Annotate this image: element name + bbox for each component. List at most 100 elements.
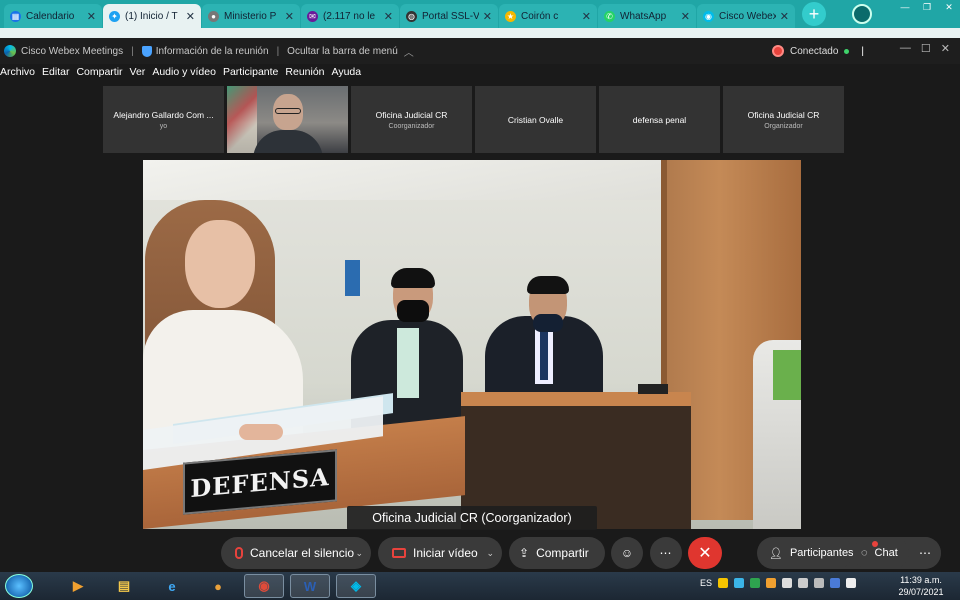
menu-ayuda[interactable]: Ayuda bbox=[332, 66, 362, 84]
menu-ver[interactable]: Ver bbox=[130, 66, 146, 84]
close-icon[interactable]: ✕ bbox=[285, 10, 294, 23]
separator: | bbox=[131, 45, 134, 57]
hide-menu-link[interactable]: Ocultar la barra de menú bbox=[287, 46, 398, 57]
close-icon[interactable]: ✕ bbox=[941, 42, 950, 55]
close-icon[interactable]: ✕ bbox=[780, 10, 789, 23]
chat-label: Chat bbox=[874, 547, 898, 559]
maximize-icon[interactable]: ☐ bbox=[921, 42, 931, 55]
participant-tile[interactable]: Oficina Judicial CR Organizador bbox=[723, 86, 844, 153]
participant-video-tile[interactable] bbox=[227, 86, 348, 153]
separator: | bbox=[276, 45, 280, 57]
more-icon: ⋯ bbox=[659, 546, 673, 560]
flag-icon[interactable] bbox=[846, 578, 857, 588]
close-icon[interactable]: ✕ bbox=[384, 10, 393, 23]
man-right-mask bbox=[533, 314, 563, 332]
maximize-icon[interactable]: ❐ bbox=[916, 0, 938, 14]
tab-webex[interactable]: ◉ Cisco Webex ✕ bbox=[697, 4, 795, 28]
word-icon[interactable]: W bbox=[290, 574, 330, 598]
start-button[interactable] bbox=[5, 574, 33, 598]
person-right-vest bbox=[773, 350, 801, 400]
man-left-hair bbox=[391, 268, 435, 288]
chevron-down-icon[interactable]: ⌄ bbox=[486, 548, 494, 559]
menu-compartir[interactable]: Compartir bbox=[76, 66, 122, 84]
device-icon[interactable] bbox=[782, 578, 793, 588]
notification-icon[interactable] bbox=[718, 578, 729, 588]
man-right-hair bbox=[527, 276, 569, 294]
globe-icon: ● bbox=[208, 10, 219, 22]
internet-explorer-icon[interactable]: e bbox=[152, 574, 192, 598]
more-panels-button[interactable]: ⋯ bbox=[909, 537, 941, 569]
participant-tile[interactable]: Alejandro Gallardo Com ... yo bbox=[103, 86, 224, 153]
menu-editar[interactable]: Editar bbox=[42, 66, 69, 84]
volume-icon[interactable] bbox=[798, 578, 809, 588]
menu-bar: Archivo Editar Compartir Ver Audio y víd… bbox=[0, 66, 368, 84]
chat-button[interactable]: ◌ Chat bbox=[853, 537, 909, 569]
participant-tile[interactable]: Oficina Judicial CR Coorganizador bbox=[351, 86, 472, 153]
leave-meeting-button[interactable]: ✕ bbox=[688, 537, 722, 569]
smiley-icon: ☺ bbox=[620, 546, 634, 560]
wifi-icon[interactable] bbox=[814, 578, 825, 588]
webex-taskbar-icon[interactable]: ◈ bbox=[336, 574, 376, 598]
close-icon[interactable]: ✕ bbox=[681, 10, 690, 23]
record-icon[interactable] bbox=[772, 45, 785, 57]
menu-audio-video[interactable]: Audio y vídeo bbox=[152, 66, 216, 84]
bluetooth-icon[interactable] bbox=[830, 578, 841, 588]
close-icon[interactable]: ✕ bbox=[483, 10, 492, 23]
chevron-down-icon[interactable]: ⌄ bbox=[355, 548, 363, 559]
close-icon[interactable]: ✕ bbox=[186, 10, 195, 23]
meeting-info-link[interactable]: Información de la reunión bbox=[156, 46, 269, 57]
participant-name: defensa penal bbox=[632, 114, 687, 125]
chevron-up-icon[interactable]: ︿ bbox=[404, 44, 414, 59]
minimize-icon[interactable]: — bbox=[894, 0, 916, 14]
more-options-button[interactable]: ⋯ bbox=[650, 537, 682, 569]
folder-icon[interactable]: ▤ bbox=[104, 574, 144, 598]
close-icon[interactable]: ✕ bbox=[87, 10, 96, 23]
tab-coiron[interactable]: ★ Coirón c ✕ bbox=[499, 4, 597, 28]
tab-whatsapp[interactable]: ✆ WhatsApp ✕ bbox=[598, 4, 696, 28]
webex-window-controls: — ☐ ✕ bbox=[900, 42, 950, 55]
media-player-icon[interactable]: ▶ bbox=[58, 574, 98, 598]
camera-off-icon bbox=[392, 548, 406, 558]
chrome-icon[interactable]: ◉ bbox=[244, 574, 284, 598]
share-button[interactable]: ⇪ Compartir bbox=[509, 537, 605, 569]
tab-twitter[interactable]: ✦ (1) Inicio / T ✕ bbox=[103, 4, 201, 28]
browser-window-controls: — ❐ ✕ bbox=[894, 0, 960, 14]
minimize-icon[interactable]: — bbox=[900, 42, 911, 55]
woman-face bbox=[185, 220, 255, 308]
webex-tray-icon[interactable] bbox=[766, 578, 777, 588]
woman-hand bbox=[239, 424, 283, 440]
tab-ministerio[interactable]: ● Ministerio P ✕ bbox=[202, 4, 300, 28]
tab-portal[interactable]: ◍ Portal SSL-V ✕ bbox=[400, 4, 498, 28]
browser-tab-bar: ▦ Calendario ✕ ✦ (1) Inicio / T ✕ ● Mini… bbox=[0, 0, 960, 28]
clock-time: 11:39 a.m. bbox=[900, 575, 942, 585]
man-right-tie bbox=[540, 330, 548, 380]
tab-calendario[interactable]: ▦ Calendario ✕ bbox=[4, 4, 102, 28]
webex-logo-icon bbox=[4, 45, 16, 57]
menu-participante[interactable]: Participante bbox=[223, 66, 278, 84]
participants-button[interactable]: 👤︎ Participantes bbox=[759, 537, 854, 569]
participant-tile[interactable]: Cristian Ovalle bbox=[475, 86, 596, 153]
network-globe-icon[interactable] bbox=[734, 578, 745, 588]
twitter-icon: ✦ bbox=[109, 10, 120, 22]
antivirus-icon[interactable] bbox=[750, 578, 761, 588]
participant-tile[interactable]: defensa penal bbox=[599, 86, 720, 153]
participant-name: Oficina Judicial CR bbox=[375, 109, 448, 120]
tab-mail[interactable]: ✉ (2.117 no le ✕ bbox=[301, 4, 399, 28]
more-icon: ⋯ bbox=[919, 546, 931, 560]
profile-avatar-icon[interactable] bbox=[852, 4, 872, 24]
close-icon[interactable]: ✕ bbox=[938, 0, 960, 14]
close-icon[interactable]: ✕ bbox=[582, 10, 591, 23]
language-indicator[interactable]: ES bbox=[700, 578, 712, 588]
participant-role: Coorganizador bbox=[388, 122, 435, 130]
unmute-button[interactable]: Cancelar el silencio ⌄ bbox=[221, 537, 371, 569]
new-tab-button[interactable]: + bbox=[802, 2, 826, 26]
menu-archivo[interactable]: Archivo bbox=[0, 66, 35, 84]
share-label: Compartir bbox=[536, 546, 589, 560]
taskbar-clock[interactable]: 11:39 a.m. 29/07/2021 bbox=[896, 574, 946, 598]
start-video-button[interactable]: Iniciar vídeo ⌄ bbox=[378, 537, 502, 569]
paint-icon[interactable]: ● bbox=[198, 574, 238, 598]
reactions-button[interactable]: ☺ bbox=[611, 537, 643, 569]
menu-reunion[interactable]: Reunión bbox=[285, 66, 324, 84]
system-tray: ES bbox=[700, 578, 857, 588]
webex-icon: ◉ bbox=[703, 10, 714, 22]
